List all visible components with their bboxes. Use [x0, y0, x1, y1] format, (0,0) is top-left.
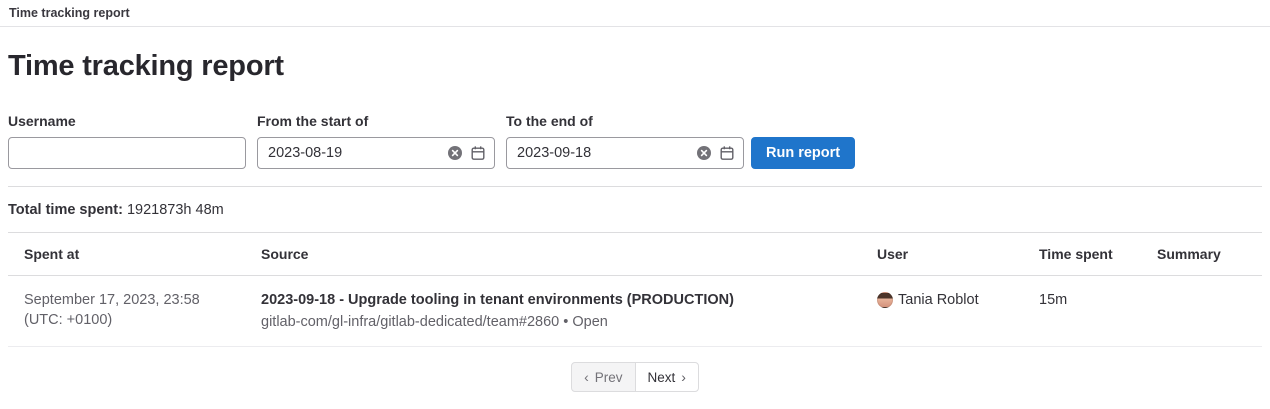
user-cell: Tania Roblot [861, 276, 1023, 347]
total-time-spent: Total time spent: 1921873h 48m [8, 202, 1262, 218]
clear-icon[interactable] [696, 145, 712, 161]
username-input[interactable] [8, 137, 246, 169]
page-title: Time tracking report [8, 48, 1262, 84]
total-time-spent-label: Total time spent: [8, 202, 123, 218]
prev-page-button[interactable]: ‹ Prev [571, 362, 635, 392]
table-header-row: Spent at Source User Time spent Summary [8, 233, 1262, 276]
breadcrumb: Time tracking report [0, 0, 1270, 27]
column-header-time-spent: Time spent [1023, 233, 1141, 276]
calendar-icon[interactable] [719, 145, 735, 161]
user-avatar [877, 292, 893, 308]
chevron-left-icon: ‹ [584, 370, 589, 384]
column-header-spent-at: Spent at [8, 233, 245, 276]
user-name: Tania Roblot [898, 290, 979, 310]
username-label: Username [8, 113, 246, 130]
from-date-field-group: From the start of [257, 113, 495, 169]
column-header-summary: Summary [1141, 233, 1262, 276]
source-state: Open [572, 314, 607, 330]
pagination: ‹ Prev Next › [8, 362, 1262, 392]
username-field-group: Username [8, 113, 246, 169]
next-page-label: Next [648, 370, 676, 385]
clear-icon[interactable] [447, 145, 463, 161]
to-date-wrap [506, 137, 744, 169]
from-date-label: From the start of [257, 113, 495, 130]
form-divider [8, 186, 1262, 187]
run-report-button[interactable]: Run report [751, 137, 855, 169]
total-time-spent-value: 1921873h 48m [127, 202, 224, 218]
time-tracking-table: Spent at Source User Time spent Summary … [8, 232, 1262, 347]
calendar-icon[interactable] [470, 145, 486, 161]
to-date-field-group: To the end of [506, 113, 744, 169]
table-row: September 17, 2023, 23:58 (UTC: +0100) 2… [8, 276, 1262, 347]
source-reference: gitlab-com/gl-infra/gitlab-dedicated/tea… [261, 314, 559, 330]
prev-page-label: Prev [595, 370, 623, 385]
to-date-label: To the end of [506, 113, 744, 130]
spent-at-timezone: (UTC: +0100) [24, 310, 229, 330]
report-filter-form: Username From the start of [8, 113, 1262, 169]
column-header-user: User [861, 233, 1023, 276]
column-header-source: Source [245, 233, 861, 276]
from-date-wrap [257, 137, 495, 169]
breadcrumb-item-time-tracking-report[interactable]: Time tracking report [9, 6, 130, 20]
chevron-right-icon: › [681, 370, 686, 384]
user-link[interactable]: Tania Roblot [877, 290, 1007, 310]
source-cell: 2023-09-18 - Upgrade tooling in tenant e… [245, 276, 861, 347]
spent-at-datetime: September 17, 2023, 23:58 [24, 290, 229, 310]
main-content: Time tracking report Username From the s… [0, 48, 1270, 392]
source-reference-line: gitlab-com/gl-infra/gitlab-dedicated/tea… [261, 312, 845, 332]
next-page-button[interactable]: Next › [635, 362, 699, 392]
time-spent-cell: 15m [1023, 276, 1141, 347]
spent-at-cell: September 17, 2023, 23:58 (UTC: +0100) [8, 276, 245, 347]
source-issue-link[interactable]: 2023-09-18 - Upgrade tooling in tenant e… [261, 290, 734, 310]
dot-separator: • [563, 314, 568, 330]
summary-cell [1141, 276, 1262, 347]
